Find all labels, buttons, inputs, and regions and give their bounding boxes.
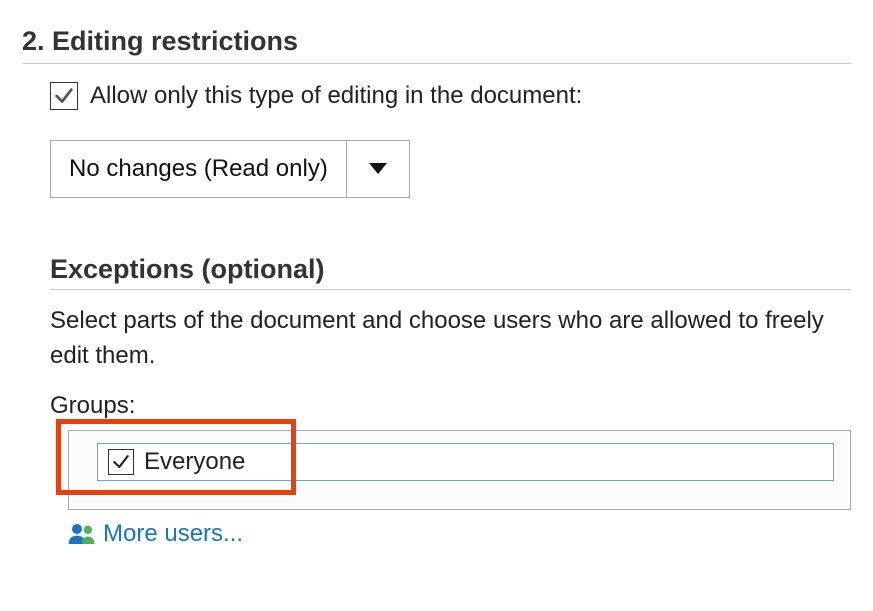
group-everyone-checkbox[interactable] (108, 449, 134, 475)
chevron-down-icon (368, 162, 388, 176)
editing-type-dropdown[interactable]: No changes (Read only) (50, 140, 410, 198)
allow-editing-row: Allow only this type of editing in the d… (50, 82, 851, 110)
divider (50, 289, 851, 290)
divider (22, 63, 851, 64)
more-users-link[interactable]: More users... (67, 520, 243, 548)
groups-label: Groups: (50, 392, 851, 420)
checkmark-icon (53, 85, 75, 107)
users-icon (67, 522, 97, 546)
dropdown-arrow-button[interactable] (347, 141, 409, 197)
allow-editing-label: Allow only this type of editing in the d… (90, 82, 582, 110)
group-everyone-row[interactable]: Everyone (97, 443, 834, 481)
exceptions-description: Select parts of the document and choose … (50, 304, 831, 374)
allow-editing-checkbox[interactable] (50, 82, 78, 110)
group-everyone-label: Everyone (144, 448, 245, 476)
editing-type-value: No changes (Read only) (51, 141, 347, 197)
exceptions-heading: Exceptions (optional) (50, 254, 851, 285)
groups-listbox[interactable]: Everyone (68, 430, 851, 510)
checkmark-icon (111, 452, 131, 472)
more-users-label: More users... (103, 520, 243, 548)
editing-restrictions-heading: 2. Editing restrictions (22, 26, 851, 57)
